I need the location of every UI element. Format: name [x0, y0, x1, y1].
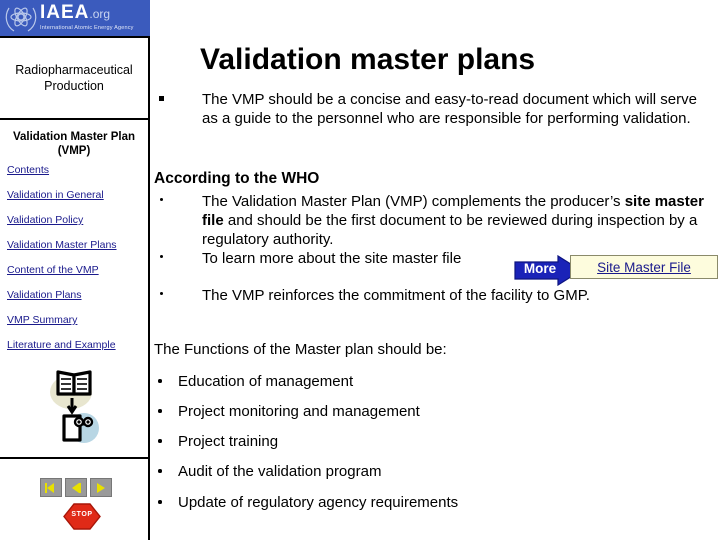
atom-laurel-icon: [5, 7, 37, 32]
next-slide-button[interactable]: [90, 478, 112, 497]
sidebar: IAEA.org International Atomic Energy Age…: [0, 0, 150, 540]
site-master-file-button-label: Site Master File: [597, 259, 691, 275]
function-list-item: Audit of the validation program: [154, 462, 714, 481]
function-item-label: Audit of the validation program: [178, 463, 382, 480]
who-list-item: The Validation Master Plan (VMP) complem…: [154, 192, 716, 249]
sidebar-link-validation-master-plans[interactable]: Validation Master Plans: [7, 239, 149, 251]
sidebar-link-vmp-summary[interactable]: VMP Summary: [7, 314, 149, 326]
department-title: Radiopharmaceutical Production: [0, 62, 148, 94]
logo-domain: .org: [89, 7, 111, 21]
department-title-line2: Production: [44, 79, 104, 93]
function-list-item: Project training: [154, 432, 714, 451]
who-item-text: The Validation Master Plan (VMP) complem…: [202, 192, 716, 249]
function-list-item: Update of regulatory agency requirements: [154, 493, 714, 512]
function-item-label: Project monitoring and management: [178, 403, 420, 420]
intro-bullet-text: The VMP should be a concise and easy-to-…: [202, 91, 697, 127]
iaea-logo-banner: IAEA.org International Atomic Energy Age…: [0, 0, 150, 36]
section-title-line1: Validation Master Plan: [12, 131, 136, 143]
section-title-line2: (VMP): [57, 145, 91, 157]
round-bullet-icon: [160, 292, 163, 295]
round-bullet-icon: [158, 409, 162, 413]
first-slide-button[interactable]: [40, 478, 62, 497]
round-bullet-icon: [158, 469, 162, 473]
sidebar-nav: Contents Validation in General Validatio…: [7, 164, 149, 364]
department-title-line1: Radiopharmaceutical: [15, 63, 133, 77]
round-bullet-icon: [158, 500, 162, 504]
sidebar-link-content-of-the-vmp[interactable]: Content of the VMP: [7, 264, 149, 276]
stop-octagon-icon[interactable]: [63, 503, 101, 530]
round-bullet-icon: [158, 439, 162, 443]
round-bullet-icon: [160, 198, 163, 201]
section-title: Validation Master Plan (VMP): [0, 130, 148, 158]
function-item-label: Education of management: [178, 373, 354, 390]
functions-heading: The Functions of the Master plan should …: [154, 341, 447, 358]
page-title: Validation master plans: [200, 43, 536, 77]
who-item-3-text: The VMP reinforces the commitment of the…: [202, 287, 590, 304]
slide-navigation-buttons: [40, 478, 112, 498]
sidebar-link-validation-plans[interactable]: Validation Plans: [7, 289, 149, 301]
round-bullet-icon: [160, 255, 163, 258]
sidebar-divider-top: [0, 36, 148, 38]
who-list-item: The VMP reinforces the commitment of the…: [154, 286, 716, 305]
sidebar-divider-bottom: [0, 457, 148, 459]
previous-slide-icon: [72, 482, 81, 493]
main-content: Validation master plans The VMP should b…: [152, 0, 720, 540]
next-slide-icon: [97, 482, 105, 493]
sidebar-link-validation-in-general[interactable]: Validation in General: [7, 189, 149, 201]
sidebar-link-literature-and-example[interactable]: Literature and Example: [7, 339, 149, 351]
function-item-label: Update of regulatory agency requirements: [178, 494, 459, 511]
function-item-label: Project training: [178, 433, 279, 450]
who-item-1-pre: The Validation Master Plan (VMP) complem…: [202, 193, 625, 210]
iaea-wordmark: IAEA.org International Atomic Energy Age…: [40, 3, 150, 32]
previous-slide-button[interactable]: [65, 478, 87, 497]
function-list-item: Project monitoring and management: [154, 402, 714, 421]
sidebar-divider-middle: [0, 118, 148, 120]
logo-name: IAEA: [40, 2, 90, 23]
sidebar-link-validation-policy[interactable]: Validation Policy: [7, 214, 149, 226]
round-bullet-icon: [158, 379, 162, 383]
who-section-heading: According to the WHO: [154, 170, 320, 187]
sidebar-link-contents[interactable]: Contents: [7, 164, 149, 176]
who-item-1-post: and should be the first document to be r…: [202, 212, 698, 248]
open-book-to-document-icon: [50, 370, 99, 443]
site-master-file-button[interactable]: Site Master File: [570, 255, 718, 279]
logo-subtitle: International Atomic Energy Agency: [40, 25, 134, 31]
function-list-item: Education of management: [154, 372, 714, 391]
square-bullet-icon: [159, 96, 164, 101]
first-slide-icon: [45, 482, 54, 493]
intro-bullet-item: The VMP should be a concise and easy-to-…: [154, 90, 714, 128]
